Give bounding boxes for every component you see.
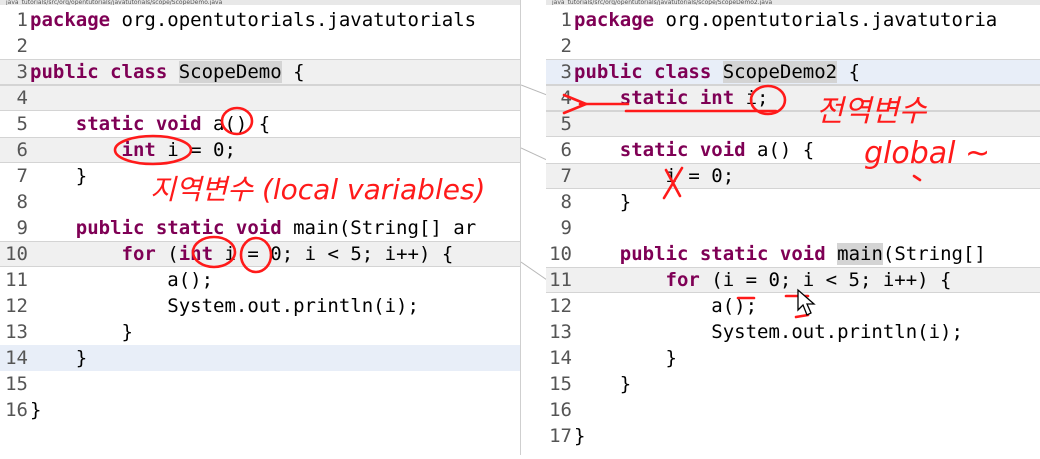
code-line[interactable]: 10 public static void main(String[]: [546, 241, 1040, 267]
line-number: 9: [560, 217, 572, 239]
file-path-bar: java_tutorials/src/org/opentutorials/jav…: [546, 0, 1040, 5]
line-number: 15: [549, 373, 572, 395]
line-text[interactable]: static void a() {: [574, 137, 814, 163]
line-number: 11: [549, 269, 572, 291]
line-text[interactable]: }: [574, 345, 677, 371]
code-line[interactable]: 14 }: [546, 345, 1040, 371]
line-number: 8: [560, 191, 572, 213]
code-line[interactable]: 15 }: [546, 371, 1040, 397]
line-text[interactable]: static int i;: [574, 86, 769, 110]
line-text[interactable]: }: [30, 163, 87, 189]
file-path-bar: java_tutorials/src/org/opentutorials/jav…: [0, 0, 520, 5]
line-text[interactable]: }: [574, 423, 585, 449]
code-line[interactable]: 16}: [0, 397, 520, 423]
line-text[interactable]: }: [574, 371, 631, 397]
line-number: 7: [560, 165, 572, 187]
line-text[interactable]: package org.opentutorials.javatutoria: [574, 7, 997, 33]
left-editor-pane[interactable]: java_tutorials/src/org/opentutorials/jav…: [0, 0, 520, 455]
line-text[interactable]: public class ScopeDemo {: [30, 60, 305, 84]
code-line[interactable]: 4 static int i;: [546, 85, 1040, 111]
line-number: 2: [560, 35, 572, 57]
code-line[interactable]: 12 a();: [546, 293, 1040, 319]
line-text[interactable]: for (i = 0; i < 5; i++) {: [574, 268, 952, 292]
line-text[interactable]: System.out.println(i);: [574, 319, 963, 345]
line-number: 14: [549, 347, 572, 369]
code-line[interactable]: 11 for (i = 0; i < 5; i++) {: [546, 267, 1040, 293]
line-text[interactable]: a();: [574, 293, 757, 319]
code-line[interactable]: 10 for (int i = 0; i < 5; i++) {: [0, 241, 520, 267]
line-number: 10: [5, 243, 28, 265]
line-number: 4: [560, 87, 572, 109]
code-line[interactable]: 13 }: [0, 319, 520, 345]
code-line[interactable]: 12 System.out.println(i);: [0, 293, 520, 319]
line-text[interactable]: public static void main(String[]: [574, 241, 986, 267]
code-line[interactable]: 5: [546, 111, 1040, 137]
compare-gutter: [520, 0, 548, 455]
annotation-global-english: global ~: [864, 136, 991, 171]
code-line[interactable]: 14 }: [0, 345, 520, 371]
code-line[interactable]: 5 static void a() {: [0, 111, 520, 137]
line-number: 1: [560, 9, 572, 31]
code-line[interactable]: 16: [546, 397, 1040, 423]
line-text[interactable]: public static void main(String[] ar: [30, 215, 476, 241]
code-line[interactable]: 6 int i = 0;: [0, 137, 520, 163]
line-number: 2: [16, 35, 28, 57]
code-line[interactable]: 11 a();: [0, 267, 520, 293]
line-number: 4: [16, 87, 28, 109]
line-number: 6: [560, 139, 572, 161]
line-number: 16: [549, 399, 572, 421]
line-number: 9: [16, 217, 28, 239]
line-text[interactable]: int i = 0;: [30, 138, 236, 162]
code-line[interactable]: 8 }: [546, 189, 1040, 215]
code-line[interactable]: 15: [0, 371, 520, 397]
annotation-global-korean: 전역변수: [816, 94, 927, 129]
line-text[interactable]: }: [30, 345, 87, 371]
code-line[interactable]: 2: [0, 33, 520, 59]
line-number: 17: [549, 425, 572, 447]
line-number: 10: [549, 243, 572, 265]
code-area[interactable]: 1 package org.opentutorials.javatutoria 2 3…: [546, 7, 1040, 449]
line-text[interactable]: i = 0;: [574, 164, 735, 188]
line-text[interactable]: a();: [30, 267, 213, 293]
line-number: 7: [16, 165, 28, 187]
code-line[interactable]: 13 System.out.println(i);: [546, 319, 1040, 345]
line-number: 12: [5, 295, 28, 317]
code-line[interactable]: 9: [546, 215, 1040, 241]
line-number: 15: [5, 373, 28, 395]
line-text[interactable]: }: [30, 319, 133, 345]
line-text[interactable]: public class ScopeDemo2 {: [574, 60, 860, 84]
code-line[interactable]: 1 package org.opentutorials.javatutorials: [0, 7, 520, 33]
line-number: 3: [560, 61, 572, 83]
line-text[interactable]: }: [574, 189, 631, 215]
code-area[interactable]: 1 package org.opentutorials.javatutorials…: [0, 7, 520, 423]
code-line[interactable]: 17}: [546, 423, 1040, 449]
line-text[interactable]: static void a() {: [30, 111, 270, 137]
line-text[interactable]: }: [30, 397, 41, 423]
line-number: 13: [5, 321, 28, 343]
code-line[interactable]: 4: [0, 85, 520, 111]
line-number: 3: [16, 61, 28, 83]
line-number: 16: [5, 399, 28, 421]
line-text[interactable]: System.out.println(i);: [30, 293, 419, 319]
mouse-pointer-icon: [797, 288, 816, 316]
line-number: 11: [5, 269, 28, 291]
code-line[interactable]: 2: [546, 33, 1040, 59]
line-text[interactable]: package org.opentutorials.javatutorials: [30, 7, 476, 33]
line-text[interactable]: for (int i = 0; i < 5; i++) {: [30, 242, 454, 266]
code-line[interactable]: 1 package org.opentutorials.javatutoria: [546, 7, 1040, 33]
line-number: 14: [5, 347, 28, 369]
line-number: 8: [16, 191, 28, 213]
line-number: 5: [560, 113, 572, 135]
right-editor-pane[interactable]: java_tutorials/src/org/opentutorials/jav…: [546, 0, 1040, 455]
line-number: 13: [549, 321, 572, 343]
code-line[interactable]: 3 public class ScopeDemo {: [0, 59, 520, 85]
annotation-local-variables: 지역변수 (local variables): [150, 173, 486, 206]
line-number: 6: [16, 139, 28, 161]
code-line[interactable]: 9 public static void main(String[] ar: [0, 215, 520, 241]
line-number: 5: [16, 113, 28, 135]
code-line[interactable]: 3 public class ScopeDemo2 {: [546, 59, 1040, 85]
line-number: 1: [16, 9, 28, 31]
line-number: 12: [549, 295, 572, 317]
